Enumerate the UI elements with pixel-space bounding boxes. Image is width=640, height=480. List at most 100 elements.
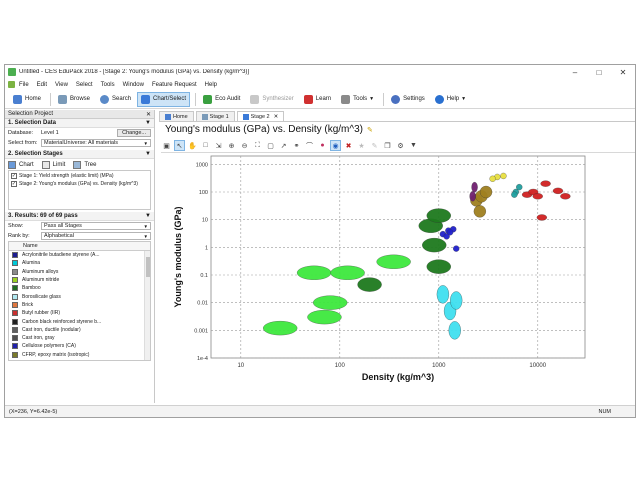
section-selection-stages[interactable]: 2. Selection Stages ▼ <box>5 150 154 159</box>
section-results[interactable]: 3. Results: 69 of 69 pass ▼ <box>5 212 154 221</box>
menu-edit[interactable]: Edit <box>37 82 47 88</box>
more-icon[interactable]: ▼ <box>408 140 419 151</box>
database-label: Database: <box>8 130 34 136</box>
chart-select-label: Chart/Select <box>153 96 187 102</box>
results-scrollbar[interactable] <box>144 251 150 360</box>
star-icon[interactable]: ★ <box>356 140 367 151</box>
tab-stage-1[interactable]: Stage 1 <box>195 111 235 121</box>
section-selection-data[interactable]: 1. Selection Data ▼ <box>5 119 154 128</box>
synthesizer-button[interactable]: Synthesizer <box>246 92 297 107</box>
zoom-out-icon[interactable]: ⊖ <box>239 140 250 151</box>
tab-home[interactable]: Home <box>159 111 194 121</box>
material-row[interactable]: Borosilicate glass <box>9 292 150 300</box>
material-row[interactable]: CFRP, epoxy matrix (isotropic) <box>9 351 150 359</box>
show-dropdown[interactable]: Pass all Stages ▼ <box>41 222 151 230</box>
material-row[interactable]: Acrylonitrile butadiene styrene (A... <box>9 251 150 259</box>
gradient-line-icon[interactable]: ⚭ <box>291 140 302 151</box>
stage-checkbox[interactable]: ✓ <box>11 173 17 179</box>
data-bubble <box>446 229 454 236</box>
pointer-icon[interactable]: ↖ <box>174 140 185 151</box>
scrollbar-thumb[interactable] <box>146 257 150 277</box>
browse-icon <box>58 94 68 104</box>
selection-project-panel: Selection Project ✕ 1. Selection Data ▼ … <box>5 110 155 403</box>
tools-button[interactable]: Tools ▼ <box>337 92 378 107</box>
stage-item[interactable]: ✓ Stage 2: Young's modulus (GPa) vs. Den… <box>11 180 148 188</box>
material-row[interactable]: Cellulose polymers (CA) <box>9 342 150 350</box>
minimize-button[interactable]: – <box>563 65 587 79</box>
menu-window[interactable]: Window <box>123 82 144 88</box>
menu-tools[interactable]: Tools <box>101 82 115 88</box>
hand-icon[interactable]: ✋ <box>187 140 198 151</box>
chevron-down-icon: ▼ <box>143 233 148 239</box>
fit-icon[interactable]: ▣ <box>161 140 172 151</box>
material-row[interactable]: Carbon black reinforced styrene b... <box>9 317 150 325</box>
data-bubble <box>426 259 451 274</box>
material-row[interactable]: Aluminum alloys <box>9 268 150 276</box>
help-button[interactable]: Help ▼ <box>431 92 470 107</box>
copy-icon[interactable]: ❐ <box>382 140 393 151</box>
maximize-button[interactable]: □ <box>587 65 611 79</box>
material-row[interactable]: Brick <box>9 301 150 309</box>
material-row[interactable]: Cast iron, gray <box>9 334 150 342</box>
box-select-icon[interactable]: ▢ <box>265 140 276 151</box>
data-bubble <box>330 265 365 280</box>
chart-icon <box>242 113 249 120</box>
hide-icon[interactable]: ✖ <box>343 140 354 151</box>
color-icon[interactable]: ● <box>317 140 328 151</box>
close-button[interactable]: ✕ <box>611 65 635 79</box>
close-panel-icon[interactable]: ✕ <box>146 111 151 118</box>
edit-pencil-icon[interactable]: ✎ <box>367 126 373 134</box>
curve-icon[interactable]: ⌒ <box>304 140 315 151</box>
change-button[interactable]: Change... <box>117 129 151 137</box>
menu-file[interactable]: File <box>19 82 29 88</box>
chart-stage-button[interactable]: Chart <box>8 160 34 169</box>
material-row[interactable]: Concrete <box>9 359 150 360</box>
settings-chart-icon[interactable]: ⚙ <box>395 140 406 151</box>
browse-button[interactable]: Browse <box>54 92 94 107</box>
menu-view[interactable]: View <box>55 82 68 88</box>
search-button[interactable]: Search <box>96 92 135 107</box>
material-row[interactable]: Bamboo <box>9 284 150 292</box>
bubble-icon[interactable]: ◉ <box>330 140 341 151</box>
material-row[interactable]: Butyl rubber (IIR) <box>9 309 150 317</box>
select-from-row: Select from: MaterialUniverse: All mater… <box>5 138 154 148</box>
material-swatch <box>12 260 18 267</box>
settings-button[interactable]: Settings <box>387 92 429 107</box>
bubble-chart[interactable]: 10 100 1000 10000 1e-4 0.001 0.01 0.1 1 10 100 1000… <box>161 154 635 404</box>
data-bubble <box>516 183 523 191</box>
label-icon[interactable]: ✎ <box>369 140 380 151</box>
stage-item[interactable]: ✓ Stage 1: Yield strength (elastic limit… <box>11 172 148 180</box>
menu-feature-request[interactable]: Feature Request <box>152 82 197 88</box>
limit-stage-button[interactable]: Limit <box>41 160 65 169</box>
close-tab-icon[interactable]: ✕ <box>274 114 279 120</box>
chart-area[interactable]: 10 100 1000 10000 1e-4 0.001 0.01 0.1 1 10 100 1000… <box>161 154 635 404</box>
eco-audit-button[interactable]: Eco Audit <box>199 92 244 107</box>
material-name: CFRP, epoxy matrix (isotropic) <box>22 351 90 358</box>
select-from-dropdown[interactable]: MaterialUniverse: All materials ▼ <box>41 139 151 147</box>
y-tick-label: 0.01 <box>197 301 208 307</box>
learn-button[interactable]: Learn <box>300 92 335 107</box>
results-column-header[interactable]: Name <box>9 242 150 251</box>
data-bubble <box>473 205 487 218</box>
material-row[interactable]: Cast iron, ductile (nodular) <box>9 326 150 334</box>
window-title: Untitled - CES EduPack 2018 - [Stage 2: … <box>19 69 250 75</box>
zoom-in-icon[interactable]: ⊕ <box>226 140 237 151</box>
material-swatch <box>12 310 18 317</box>
fit-all-icon[interactable]: ⛶ <box>252 140 263 151</box>
chevron-down-icon: ▼ <box>461 96 467 102</box>
learn-label: Learn <box>315 96 332 102</box>
material-row[interactable]: Aluminum nitride <box>9 276 150 284</box>
home-button[interactable]: Home <box>9 92 45 107</box>
zoom-select-icon[interactable]: ⇲ <box>213 140 224 151</box>
stage-checkbox[interactable]: ✓ <box>11 181 17 187</box>
rank-dropdown[interactable]: Alphabetical ▼ <box>41 232 151 240</box>
material-name: Borosilicate glass <box>22 293 61 300</box>
material-row[interactable]: Alumina <box>9 259 150 267</box>
menu-help[interactable]: Help <box>205 82 217 88</box>
tree-stage-button[interactable]: Tree <box>73 160 96 169</box>
menu-select[interactable]: Select <box>76 82 93 88</box>
zoom-box-icon[interactable]: □ <box>200 140 211 151</box>
chart-select-button[interactable]: Chart/Select <box>137 91 191 107</box>
tab-stage-2[interactable]: Stage 2 ✕ <box>236 111 285 121</box>
line-select-icon[interactable]: ↗ <box>278 140 289 151</box>
